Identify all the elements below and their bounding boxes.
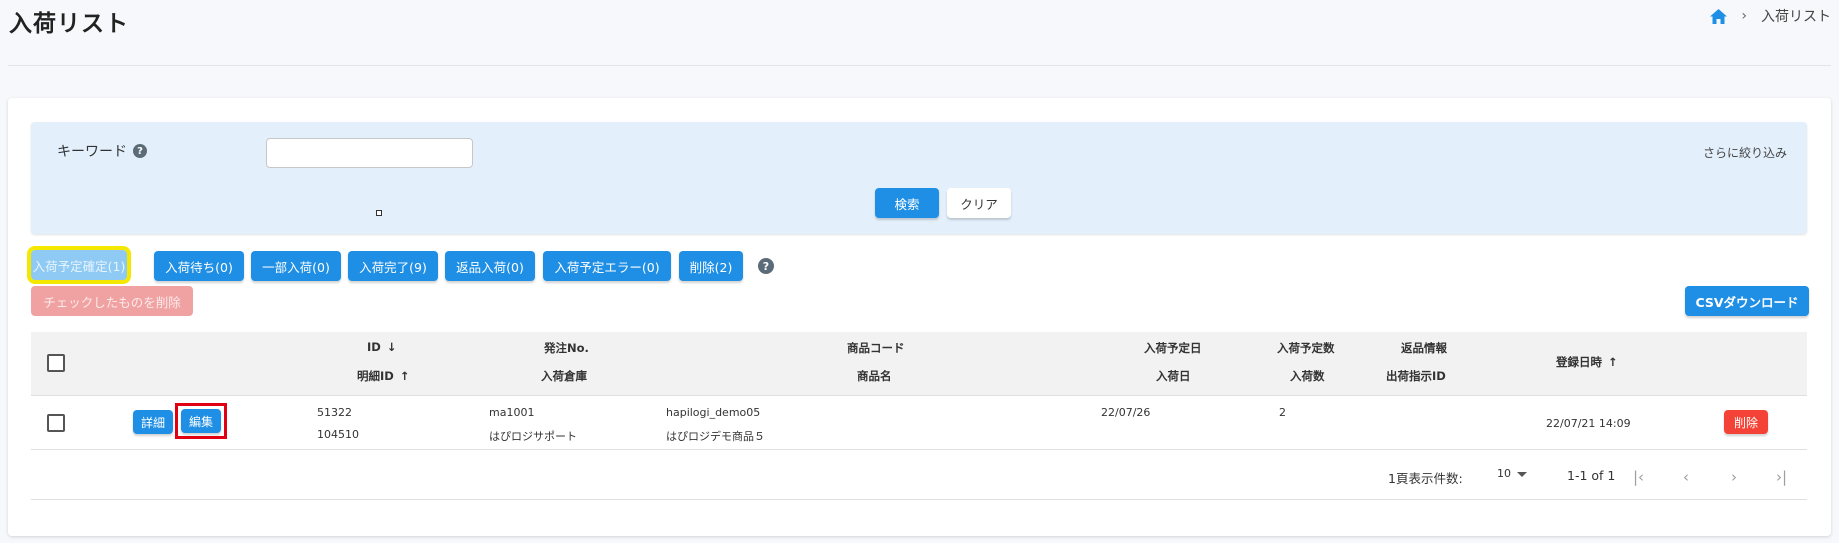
th-registered-at[interactable]: 登録日時 ↑ (1556, 354, 1618, 370)
table-row: 詳細 編集 51322 104510 ma1001 はぴロジサポート hapil… (31, 398, 1807, 450)
keyword-input[interactable] (266, 138, 473, 168)
per-page-value: 10 (1497, 467, 1511, 480)
th-detail-id[interactable]: 明細ID ↑ (357, 368, 409, 384)
th-arrival-date: 入荷日 (1156, 369, 1191, 383)
last-page-icon[interactable]: ›| (1776, 468, 1787, 486)
help-icon[interactable]: ? (133, 144, 147, 158)
th-id[interactable]: ID ↓ (367, 340, 396, 354)
narrow-search-link[interactable]: さらに絞り込み (1703, 144, 1787, 161)
help-icon[interactable]: ? (758, 258, 774, 274)
edit-highlight: 編集 (175, 403, 227, 439)
delete-checked-button[interactable]: チェックしたものを削除 (31, 286, 193, 316)
pagination: 1頁表示件数: 10 1-1 of 1 |‹ ‹ › ›| (31, 450, 1807, 500)
keyword-label-text: キーワード (57, 144, 127, 160)
th-detail-id-text: 明細ID (357, 369, 394, 383)
select-all-checkbox[interactable] (47, 354, 65, 372)
row-delete-button[interactable]: 削除 (1724, 410, 1768, 434)
tab-error[interactable]: 入荷予定エラー(0) (543, 251, 671, 281)
th-product-name: 商品名 (857, 369, 892, 383)
th-scheduled-qty: 入荷予定数 (1277, 341, 1335, 355)
th-return-info: 返品情報 (1401, 341, 1447, 355)
cell-detail-id: 104510 (317, 428, 359, 441)
search-button[interactable]: 検索 (875, 188, 939, 218)
chevron-down-icon (1517, 471, 1527, 477)
tab-returned[interactable]: 返品入荷(0) (445, 251, 535, 281)
breadcrumb-current: 入荷リスト (1761, 9, 1831, 25)
th-order-no: 発注No. (544, 341, 589, 355)
cell-scheduled-qty: 2 (1279, 406, 1286, 419)
keyword-label: キーワード ? (57, 141, 147, 161)
arrow-down-icon: ↓ (386, 340, 397, 354)
table-header: ID ↓ 明細ID ↑ 発注No. 入荷倉庫 商品コード 商品名 入荷予定日 入荷日… (31, 332, 1807, 396)
prev-page-icon[interactable]: ‹ (1683, 468, 1689, 486)
edit-button[interactable]: 編集 (181, 409, 221, 433)
cell-warehouse: はぴロジサポート (489, 430, 577, 443)
cell-order-no: ma1001 (489, 406, 535, 419)
th-registered-at-text: 登録日時 (1556, 355, 1602, 369)
first-page-icon[interactable]: |‹ (1633, 468, 1644, 486)
page-range: 1-1 of 1 (1567, 468, 1616, 483)
header-divider (8, 65, 1831, 66)
row-checkbox[interactable] (47, 414, 65, 432)
breadcrumb: › 入荷リスト (1710, 6, 1831, 26)
clear-button[interactable]: クリア (947, 188, 1011, 218)
cell-scheduled-date: 22/07/26 (1101, 406, 1151, 419)
per-page-label: 1頁表示件数: (1388, 471, 1463, 486)
tab-partial[interactable]: 一部入荷(0) (251, 251, 341, 281)
per-page-select[interactable]: 10 (1497, 467, 1527, 480)
th-id-text: ID (367, 340, 381, 354)
small-checkbox-icon (376, 210, 382, 216)
home-icon[interactable] (1710, 8, 1728, 24)
tab-waiting[interactable]: 入荷待ち(0) (154, 251, 244, 281)
chevron-right-icon: › (1741, 8, 1747, 24)
th-shipping-id: 出荷指示ID (1386, 369, 1446, 383)
csv-download-button[interactable]: CSVダウンロード (1685, 286, 1809, 316)
cell-product-code: hapilogi_demo05 (666, 406, 761, 419)
main-card: キーワード ? さらに絞り込み 検索 クリア 入荷予定確定(1) 入荷待ち(0)… (8, 98, 1831, 536)
cell-registered-at: 22/07/21 14:09 (1546, 417, 1631, 430)
th-product-code: 商品コード (847, 341, 905, 355)
cell-id: 51322 (317, 406, 352, 419)
arrow-up-icon: ↑ (1608, 355, 1618, 369)
detail-button[interactable]: 詳細 (133, 410, 173, 434)
tab-scheduled-confirmed[interactable]: 入荷予定確定(1) (27, 246, 131, 284)
next-page-icon[interactable]: › (1731, 468, 1737, 486)
search-panel: キーワード ? さらに絞り込み 検索 クリア (31, 122, 1807, 234)
tab-completed[interactable]: 入荷完了(9) (348, 251, 438, 281)
th-warehouse: 入荷倉庫 (541, 369, 587, 383)
tab-deleted[interactable]: 削除(2) (679, 251, 743, 281)
th-scheduled-date: 入荷予定日 (1144, 341, 1202, 355)
page-title: 入荷リスト (9, 11, 129, 37)
cell-product-name: はぴロジデモ商品５ (666, 430, 765, 443)
th-arrival-qty: 入荷数 (1290, 369, 1325, 383)
arrow-up-icon: ↑ (399, 369, 410, 383)
